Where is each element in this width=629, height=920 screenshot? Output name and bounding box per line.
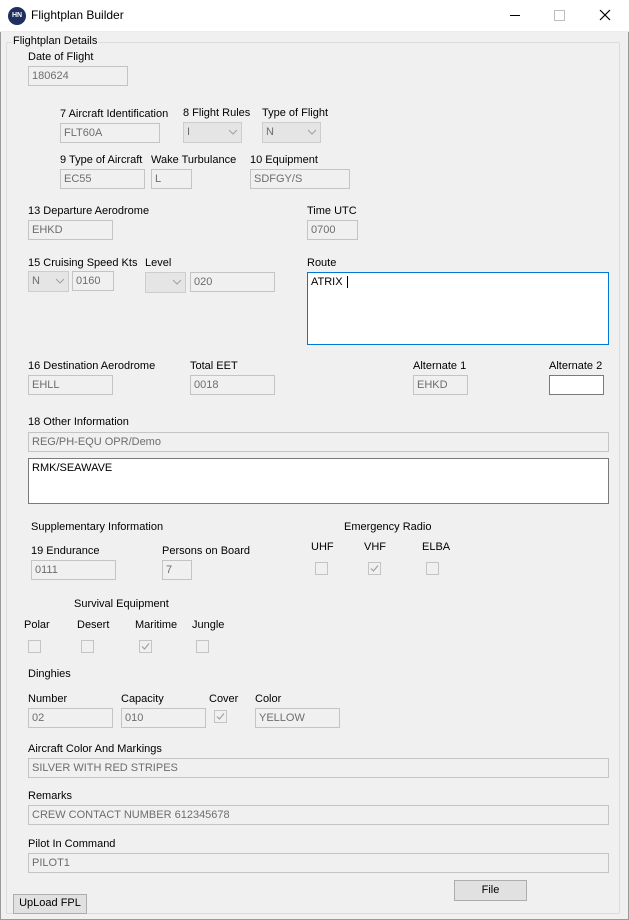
capacity-label: Capacity (121, 693, 164, 705)
speed-label: 15 Cruising Speed Kts (28, 257, 138, 269)
time-label: Time UTC (307, 205, 357, 217)
eet-label: Total EET (190, 360, 238, 372)
vhf-label: VHF (364, 541, 386, 553)
equipment-field[interactable]: SDFGY/S (250, 169, 350, 189)
close-icon (599, 9, 611, 21)
aircraft-type-label: 9 Type of Aircraft (60, 154, 143, 166)
title-bar: HN Flightplan Builder (0, 0, 629, 32)
pic-label: Pilot In Command (28, 838, 116, 850)
other-info-text: RMK/SEAWAVE (32, 462, 113, 474)
color-label: Color (255, 693, 282, 705)
alt1-field[interactable]: EHKD (413, 375, 468, 395)
maritime-label: Maritime (135, 619, 178, 631)
aircraft-id-label: 7 Aircraft Identification (60, 108, 169, 120)
chevron-down-icon (308, 129, 316, 135)
close-button[interactable] (583, 0, 629, 31)
number-label: Number (28, 693, 68, 705)
alt1-label: Alternate 1 (413, 360, 467, 372)
elba-checkbox[interactable] (426, 562, 439, 575)
logo-text: HN (11, 12, 23, 19)
desert-label: Desert (77, 619, 110, 631)
file-button[interactable]: File (454, 880, 527, 901)
other-info-label: 18 Other Information (28, 416, 129, 428)
aircraft-id-field[interactable]: FLT60A (60, 123, 160, 143)
flight-rules-label: 8 Flight Rules (183, 107, 251, 119)
pic-field[interactable]: PILOT1 (28, 853, 609, 873)
remarks-field[interactable]: CREW CONTACT NUMBER 612345678 (28, 805, 609, 825)
chevron-down-icon (173, 279, 181, 285)
date-field[interactable]: 180624 (28, 66, 128, 86)
type-of-flight-select[interactable]: N (262, 122, 321, 143)
number-field[interactable]: 02 (28, 708, 113, 728)
speed-unit-select[interactable]: N (28, 271, 69, 292)
vhf-checkbox[interactable] (368, 562, 381, 575)
speed-field[interactable]: 0160 (72, 271, 114, 291)
uhf-label: UHF (311, 541, 334, 553)
checkmark-icon (370, 565, 379, 572)
type-of-flight-label: Type of Flight (262, 107, 329, 119)
jungle-checkbox[interactable] (196, 640, 209, 653)
destination-label: 16 Destination Aerodrome (28, 360, 156, 372)
date-label: Date of Flight (28, 51, 94, 63)
level-field[interactable]: 020 (190, 272, 275, 292)
app-logo-icon: HN (8, 7, 26, 25)
other-info-textarea[interactable]: RMK/SEAWAVE (28, 458, 609, 504)
dinghies-label: Dinghies (28, 668, 71, 680)
alt2-field[interactable] (549, 375, 604, 395)
wake-label: Wake Turbulance (151, 154, 237, 166)
flight-rules-select[interactable]: I (183, 122, 242, 143)
polar-label: Polar (24, 619, 50, 631)
route-label: Route (307, 257, 337, 269)
survival-label: Survival Equipment (74, 598, 169, 610)
chevron-down-icon (56, 278, 64, 284)
chevron-down-icon (229, 129, 237, 135)
emergency-radio-label: Emergency Radio (344, 521, 432, 533)
maximize-button[interactable] (537, 0, 583, 31)
aircraft-type-field[interactable]: EC55 (60, 169, 145, 189)
endurance-field[interactable]: 0111 (31, 560, 116, 580)
departure-field[interactable]: EHKD (28, 220, 113, 240)
text-cursor (346, 276, 348, 289)
alt2-label: Alternate 2 (549, 360, 603, 372)
details-group-label: Flightplan Details (12, 35, 99, 47)
equipment-label: 10 Equipment (250, 154, 318, 166)
minimize-icon (510, 15, 520, 16)
departure-label: 13 Departure Aerodrome (28, 205, 150, 217)
level-unit-select[interactable] (145, 272, 186, 293)
elba-label: ELBA (422, 541, 451, 553)
minimize-button[interactable] (491, 0, 537, 31)
markings-label: Aircraft Color And Markings (28, 743, 162, 755)
polar-checkbox[interactable] (28, 640, 41, 653)
jungle-label: Jungle (192, 619, 225, 631)
color-field[interactable]: YELLOW (255, 708, 340, 728)
maritime-checkbox[interactable] (139, 640, 152, 653)
capacity-field[interactable]: 010 (121, 708, 206, 728)
checkmark-icon (141, 643, 150, 650)
level-label: Level (145, 257, 172, 269)
speed-unit-value: N (32, 275, 40, 287)
route-text: ATRIX (311, 276, 346, 288)
time-field[interactable]: 0700 (307, 220, 358, 240)
uhf-checkbox[interactable] (315, 562, 328, 575)
window-title: Flightplan Builder (31, 8, 124, 22)
eet-field[interactable]: 0018 (190, 375, 275, 395)
pob-field[interactable]: 7 (162, 560, 192, 580)
destination-field[interactable]: EHLL (28, 375, 113, 395)
desert-checkbox[interactable] (81, 640, 94, 653)
wake-field[interactable]: L (151, 169, 192, 189)
other-info-field[interactable]: REG/PH-EQU OPR/Demo (28, 432, 609, 452)
cover-label: Cover (209, 693, 239, 705)
type-of-flight-value: N (266, 126, 274, 138)
markings-field[interactable]: SILVER WITH RED STRIPES (28, 758, 609, 778)
remarks-label: Remarks (28, 790, 73, 802)
maximize-icon (554, 10, 565, 21)
cover-checkbox[interactable] (214, 710, 227, 723)
checkmark-icon (216, 713, 225, 720)
upload-fpl-button[interactable]: UpLoad FPL (13, 894, 87, 914)
route-textarea[interactable]: ATRIX (307, 272, 609, 345)
supplementary-label: Supplementary Information (31, 521, 164, 533)
endurance-label: 19 Endurance (31, 545, 100, 557)
flight-rules-value: I (187, 126, 191, 138)
pob-label: Persons on Board (162, 545, 251, 557)
